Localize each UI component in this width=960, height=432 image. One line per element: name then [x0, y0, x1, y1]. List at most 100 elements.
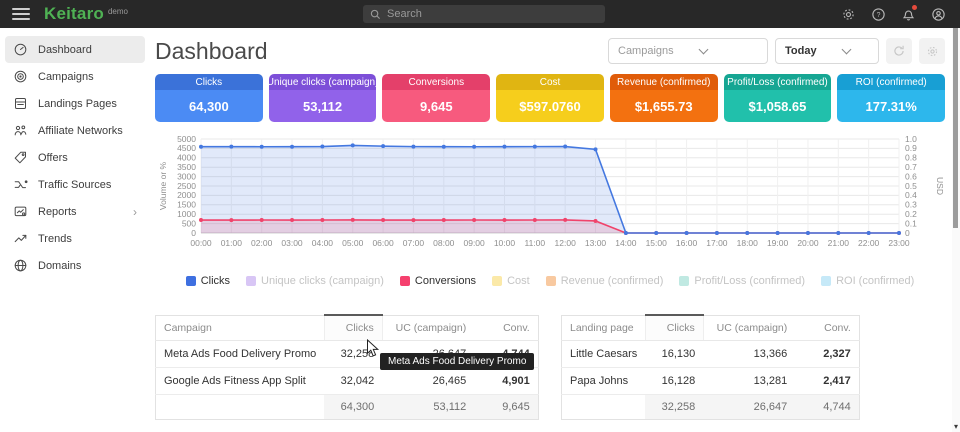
keitaro-dashboard-page: Keitaro demo ? DashboardCampaignsLanding…	[0, 0, 960, 432]
svg-text:07:00: 07:00	[403, 238, 425, 248]
settings-icon[interactable]	[840, 6, 856, 22]
svg-text:0.6: 0.6	[905, 171, 917, 181]
sidebar-item-affiliate-networks[interactable]: Affiliate Networks	[5, 117, 145, 144]
people-icon	[13, 123, 28, 138]
card-label: Clicks	[155, 74, 263, 90]
svg-text:09:00: 09:00	[463, 238, 485, 248]
search-icon	[370, 9, 381, 20]
chart-settings-button[interactable]	[919, 38, 945, 64]
svg-text:1.0: 1.0	[905, 134, 917, 144]
svg-text:2000: 2000	[177, 190, 196, 200]
svg-text:11:00: 11:00	[525, 238, 546, 248]
card-label: Cost	[496, 74, 604, 90]
legend-swatch	[492, 276, 502, 286]
chevron-right-icon: ›	[133, 206, 137, 218]
scrollbar-down-arrow[interactable]: ▾	[952, 422, 960, 432]
svg-text:500: 500	[182, 218, 196, 228]
landing-pages-table: Landing pageClicksUC (campaign)Conv.Litt…	[561, 314, 945, 420]
stat-card-conversions: Conversions9,645	[382, 74, 490, 122]
legend-swatch	[679, 276, 689, 286]
legend-swatch	[246, 276, 256, 286]
legend-swatch	[546, 276, 556, 286]
sidebar-item-trends[interactable]: Trends	[5, 225, 145, 252]
column-header-conv-[interactable]: Conv.	[474, 315, 538, 341]
column-header-landing-page[interactable]: Landing page	[562, 315, 646, 341]
menu-toggle-icon[interactable]	[12, 8, 30, 20]
column-header-campaign[interactable]: Campaign	[156, 315, 325, 341]
vertical-scrollbar[interactable]: ▾	[952, 28, 960, 432]
legend-swatch	[186, 276, 196, 286]
search-bar[interactable]	[363, 5, 605, 23]
legend-item-roi-confirmed-[interactable]: ROI (confirmed)	[821, 275, 914, 287]
sidebar-item-domains[interactable]: Domains	[5, 252, 145, 279]
svg-text:06:00: 06:00	[372, 238, 394, 248]
legend-item-unique-clicks-campaign-[interactable]: Unique clicks (campaign)	[246, 275, 384, 287]
card-label: Conversions	[382, 74, 490, 90]
legend-swatch	[821, 276, 831, 286]
svg-text:1500: 1500	[177, 200, 196, 210]
svg-text:23:00: 23:00	[888, 238, 910, 248]
column-header-clicks[interactable]: Clicks	[645, 315, 703, 341]
svg-text:3500: 3500	[177, 162, 196, 172]
column-header-uc-campaign-[interactable]: UC (campaign)	[703, 315, 795, 341]
column-header-clicks[interactable]: Clicks	[324, 315, 382, 341]
campaign-row[interactable]: Google Ads Fitness App Split32,04226,465…	[156, 368, 539, 395]
sidebar-item-reports[interactable]: Reports›	[5, 198, 145, 225]
svg-text:2500: 2500	[177, 181, 196, 191]
account-icon[interactable]	[930, 6, 946, 22]
sidebar-item-offers[interactable]: Offers	[5, 144, 145, 171]
stat-card-clicks: Clicks64,300	[155, 74, 263, 122]
stat-cards-row: Clicks64,300Unique clicks (campaign)53,1…	[155, 74, 945, 122]
refresh-button[interactable]	[886, 38, 912, 64]
sidebar-item-campaigns[interactable]: Campaigns	[5, 63, 145, 90]
svg-text:16:00: 16:00	[676, 238, 698, 248]
card-value: $1,655.73	[610, 90, 718, 122]
gear-icon	[926, 45, 939, 58]
sidebar-item-dashboard[interactable]: Dashboard	[5, 36, 145, 63]
svg-text:05:00: 05:00	[342, 238, 364, 248]
landing-page-row[interactable]: Papa Johns16,12813,2812,417	[562, 368, 860, 395]
svg-text:5000: 5000	[177, 134, 196, 144]
notifications-icon[interactable]	[900, 6, 916, 22]
svg-text:18:00: 18:00	[737, 238, 759, 248]
legend-item-cost[interactable]: Cost	[492, 275, 530, 287]
svg-text:0.7: 0.7	[905, 162, 917, 172]
tag-icon	[13, 150, 28, 165]
card-label: Unique clicks (campaign)	[269, 74, 377, 90]
stat-card-unique-clicks-campaign-: Unique clicks (campaign)53,112	[269, 74, 377, 122]
page-title: Dashboard	[155, 38, 268, 65]
search-input[interactable]	[387, 8, 577, 20]
legend-item-revenue-confirmed-[interactable]: Revenue (confirmed)	[546, 275, 664, 287]
svg-text:22:00: 22:00	[858, 238, 880, 248]
brand-demo-label: demo	[108, 7, 128, 16]
target-icon	[13, 69, 28, 84]
help-icon[interactable]: ?	[870, 6, 886, 22]
svg-text:0.1: 0.1	[905, 218, 917, 228]
scrollbar-thumb[interactable]	[953, 28, 958, 228]
sidebar-item-landings-pages[interactable]: Landings Pages	[5, 90, 145, 117]
card-value: 177.31%	[837, 90, 945, 122]
svg-text:14:00: 14:00	[615, 238, 637, 248]
svg-text:Volume or %: Volume or %	[158, 161, 168, 210]
main-content: Dashboard Campaigns Today	[150, 28, 952, 432]
svg-text:USD: USD	[935, 177, 945, 195]
date-range-select[interactable]: Today	[775, 38, 879, 64]
svg-text:0: 0	[191, 228, 196, 238]
traffic-chart: 0500100015002000250030003500400045005000…	[155, 132, 945, 267]
legend-item-clicks[interactable]: Clicks	[186, 275, 230, 287]
card-value: 53,112	[269, 90, 377, 122]
landing-page-row[interactable]: Little Caesars16,13013,3662,327	[562, 341, 860, 368]
svg-text:0.2: 0.2	[905, 209, 917, 219]
campaigns-filter-select[interactable]: Campaigns	[608, 38, 768, 64]
legend-item-conversions[interactable]: Conversions	[400, 275, 476, 287]
chevron-down-icon	[698, 45, 708, 55]
sidebar-item-traffic-sources[interactable]: Traffic Sources	[5, 171, 145, 198]
column-header-uc-campaign-[interactable]: UC (campaign)	[382, 315, 474, 341]
svg-text:08:00: 08:00	[433, 238, 455, 248]
legend-item-profit-loss-confirmed-[interactable]: Profit/Loss (confirmed)	[679, 275, 805, 287]
column-header-conv-[interactable]: Conv.	[795, 315, 859, 341]
split-arrow-icon	[13, 177, 28, 192]
svg-text:13:00: 13:00	[585, 238, 607, 248]
stat-card-profit-loss-confirmed-: Profit/Loss (confirmed)$1,058.65	[724, 74, 832, 122]
svg-text:15:00: 15:00	[646, 238, 668, 248]
